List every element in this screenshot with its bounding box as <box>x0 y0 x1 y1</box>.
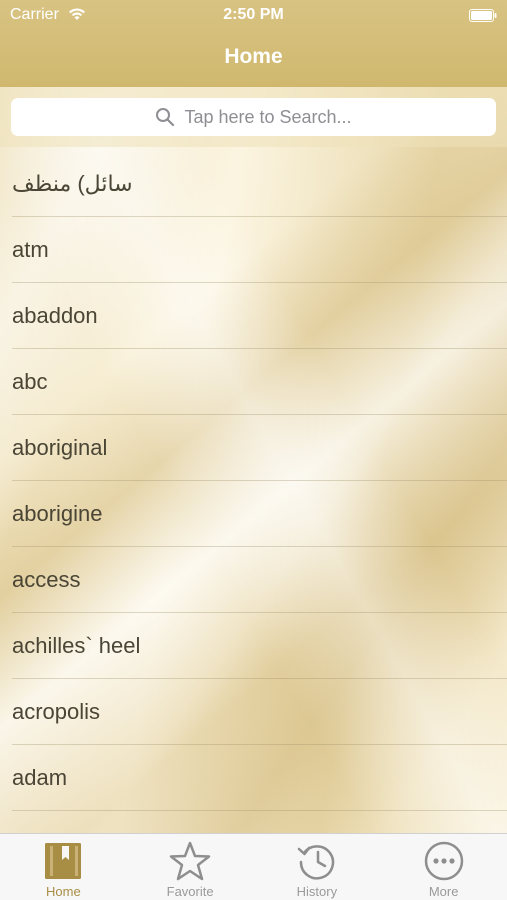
tab-favorite[interactable]: Favorite <box>127 834 254 900</box>
word-list: سائل) منظف atm abaddon abc aboriginal ab… <box>0 151 507 811</box>
more-dots-icon <box>424 841 463 881</box>
list-item[interactable]: achilles` heel <box>0 613 507 679</box>
list-item-label: abc <box>12 369 48 394</box>
home-book-icon <box>45 843 82 879</box>
list-item[interactable]: سائل) منظف <box>0 151 507 217</box>
search-bar-area: Tap here to Search... <box>0 87 507 147</box>
tab-bar: Home Favorite History More <box>0 833 507 900</box>
search-icon <box>156 108 175 127</box>
tab-history[interactable]: History <box>254 834 381 900</box>
list-item-label: adam <box>12 765 68 790</box>
top-bar: Carrier 2:50 PM Home <box>0 0 507 87</box>
list-item-label: access <box>12 567 81 592</box>
list-item[interactable]: acropolis <box>0 679 507 745</box>
list-item-label: atm <box>12 237 49 262</box>
status-bar: Carrier 2:50 PM <box>0 0 507 30</box>
battery-icon <box>469 9 497 22</box>
list-item-label: abaddon <box>12 303 98 328</box>
list-item[interactable]: aborigine <box>0 481 507 547</box>
list-item[interactable]: abc <box>0 349 507 415</box>
list-item[interactable]: aboriginal <box>0 415 507 481</box>
list-item-label: aboriginal <box>12 435 108 460</box>
list-item[interactable]: adam <box>0 745 507 811</box>
tab-label: Favorite <box>166 884 214 899</box>
list-item-label: سائل) منظف <box>12 171 133 196</box>
list-item-label: achilles` heel <box>12 633 141 658</box>
page-title: Home <box>224 45 283 68</box>
row-divider <box>12 810 507 811</box>
tab-label: More <box>428 884 459 899</box>
tab-more[interactable]: More <box>380 834 507 900</box>
search-placeholder: Tap here to Search... <box>184 106 352 127</box>
tab-home[interactable]: Home <box>0 834 127 900</box>
list-item-label: acropolis <box>12 699 101 724</box>
search-input[interactable]: Tap here to Search... <box>11 98 496 136</box>
list-item[interactable]: access <box>0 547 507 613</box>
list-item[interactable]: abaddon <box>0 283 507 349</box>
star-icon <box>169 841 211 881</box>
status-time: 2:50 PM <box>223 6 284 23</box>
list-item-label: aborigine <box>12 501 103 526</box>
history-clock-icon <box>297 845 335 880</box>
list-item[interactable]: atm <box>0 217 507 283</box>
tab-label: Home <box>46 884 81 899</box>
tab-label: History <box>296 884 338 899</box>
